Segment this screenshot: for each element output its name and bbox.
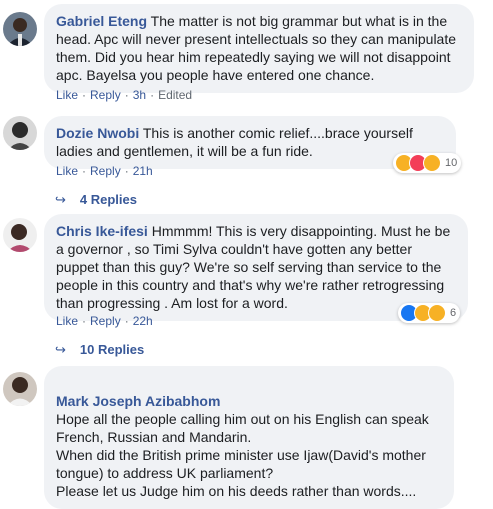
- comment-actions: Like · Reply · 21h: [56, 164, 153, 178]
- avatar[interactable]: [3, 372, 37, 406]
- reply-button[interactable]: Reply: [90, 314, 121, 328]
- reaction-summary[interactable]: 10: [393, 153, 462, 173]
- comment-author[interactable]: Mark Joseph Azibabhom: [56, 393, 220, 409]
- comment-author[interactable]: Gabriel Eteng: [56, 13, 147, 29]
- comment-actions: Like · Reply · 3h · Edited: [56, 88, 193, 102]
- reply-button[interactable]: Reply: [90, 164, 121, 178]
- comment-actions: Like · Reply · 22h: [56, 314, 153, 328]
- edited-label: Edited: [158, 88, 193, 102]
- avatar[interactable]: [3, 218, 37, 252]
- sad-icon: [428, 304, 446, 322]
- timestamp[interactable]: 22h: [133, 314, 153, 328]
- comment-text: Hope all the people calling him out on h…: [56, 411, 429, 499]
- timestamp[interactable]: 21h: [133, 164, 153, 178]
- replies-count: 4 Replies: [79, 192, 137, 207]
- reaction-summary[interactable]: 6: [398, 303, 461, 323]
- reaction-count: 6: [450, 307, 457, 319]
- like-button[interactable]: Like: [56, 164, 78, 178]
- comment-author[interactable]: Chris Ike-ifesi: [56, 223, 148, 239]
- like-button[interactable]: Like: [56, 314, 78, 328]
- wow-icon: [423, 154, 441, 172]
- view-replies-link[interactable]: ↪ 10 Replies: [55, 342, 144, 358]
- reply-arrow-icon: ↪: [55, 342, 66, 357]
- like-button[interactable]: Like: [56, 88, 78, 102]
- comment-author[interactable]: Dozie Nwobi: [56, 125, 139, 141]
- comment-bubble: Gabriel Eteng The matter is not big gram…: [44, 4, 474, 93]
- reply-arrow-icon: ↪: [55, 192, 66, 207]
- avatar[interactable]: [3, 116, 37, 150]
- avatar[interactable]: [3, 12, 37, 46]
- timestamp[interactable]: 3h: [133, 88, 146, 102]
- replies-count: 10 Replies: [79, 342, 145, 357]
- comment-bubble: Mark Joseph Azibabhom Hope all the peopl…: [44, 366, 454, 509]
- view-replies-link[interactable]: ↪ 4 Replies: [55, 192, 137, 208]
- reply-button[interactable]: Reply: [90, 88, 121, 102]
- reaction-count: 10: [445, 157, 458, 169]
